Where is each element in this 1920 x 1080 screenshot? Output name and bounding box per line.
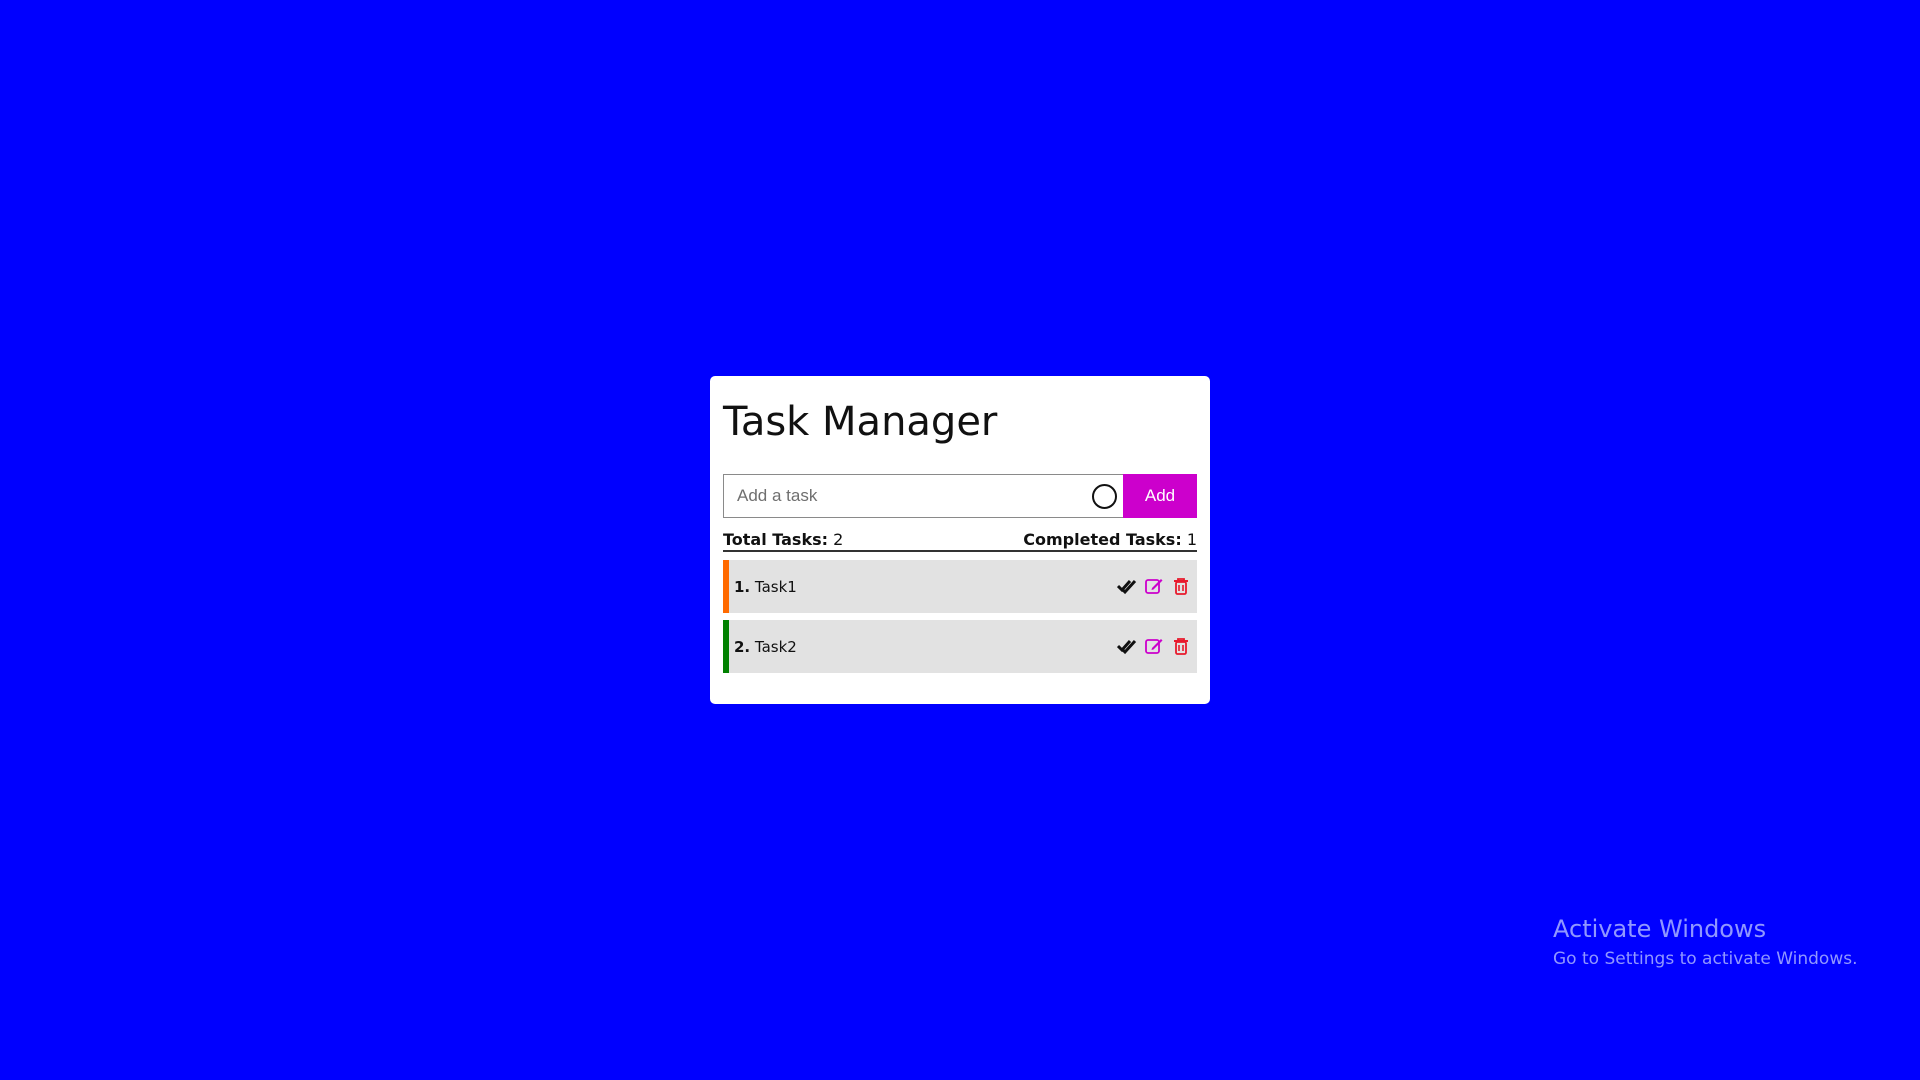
task-list: 1. Task1 2. Task2 bbox=[723, 560, 1197, 680]
task-item: 1. Task1 bbox=[723, 560, 1197, 613]
edit-icon[interactable] bbox=[1144, 636, 1164, 656]
task-actions bbox=[1117, 576, 1191, 596]
task-input-wrapper bbox=[723, 474, 1123, 518]
task-number: 1. bbox=[734, 577, 751, 596]
watermark-title: Activate Windows bbox=[1553, 915, 1767, 943]
completed-tasks-value: 1 bbox=[1186, 530, 1197, 549]
add-button[interactable]: Add bbox=[1123, 474, 1197, 518]
task-label: Task1 bbox=[754, 577, 797, 596]
task-priority-stripe bbox=[723, 620, 729, 673]
task-stats: Total Tasks: 2 Completed Tasks: 1 bbox=[723, 530, 1197, 552]
task-priority-stripe bbox=[723, 560, 729, 613]
task-text: 1. Task1 bbox=[734, 578, 797, 596]
task-text: 2. Task2 bbox=[734, 638, 797, 656]
total-tasks: Total Tasks: 2 bbox=[723, 530, 843, 550]
watermark-subtitle: Go to Settings to activate Windows. bbox=[1553, 949, 1858, 969]
task-number: 2. bbox=[734, 637, 751, 656]
edit-icon[interactable] bbox=[1144, 576, 1164, 596]
task-manager-card: Task Manager Add Total Tasks: 2 Complete… bbox=[710, 376, 1210, 704]
task-input[interactable] bbox=[724, 475, 1123, 517]
trash-icon[interactable] bbox=[1171, 636, 1191, 656]
double-check-icon[interactable] bbox=[1117, 636, 1137, 656]
circle-icon bbox=[1092, 484, 1117, 509]
completed-tasks-label: Completed Tasks: bbox=[1023, 530, 1182, 549]
completed-tasks: Completed Tasks: 1 bbox=[1023, 530, 1197, 550]
task-item: 2. Task2 bbox=[723, 620, 1197, 673]
trash-icon[interactable] bbox=[1171, 576, 1191, 596]
activate-windows-watermark: Activate Windows Go to Settings to activ… bbox=[1553, 915, 1858, 969]
double-check-icon[interactable] bbox=[1117, 576, 1137, 596]
total-tasks-value: 2 bbox=[833, 530, 844, 549]
page-title: Task Manager bbox=[723, 399, 998, 445]
task-actions bbox=[1117, 636, 1191, 656]
add-task-form: Add bbox=[723, 474, 1197, 518]
total-tasks-label: Total Tasks: bbox=[723, 530, 829, 549]
task-label: Task2 bbox=[754, 637, 797, 656]
